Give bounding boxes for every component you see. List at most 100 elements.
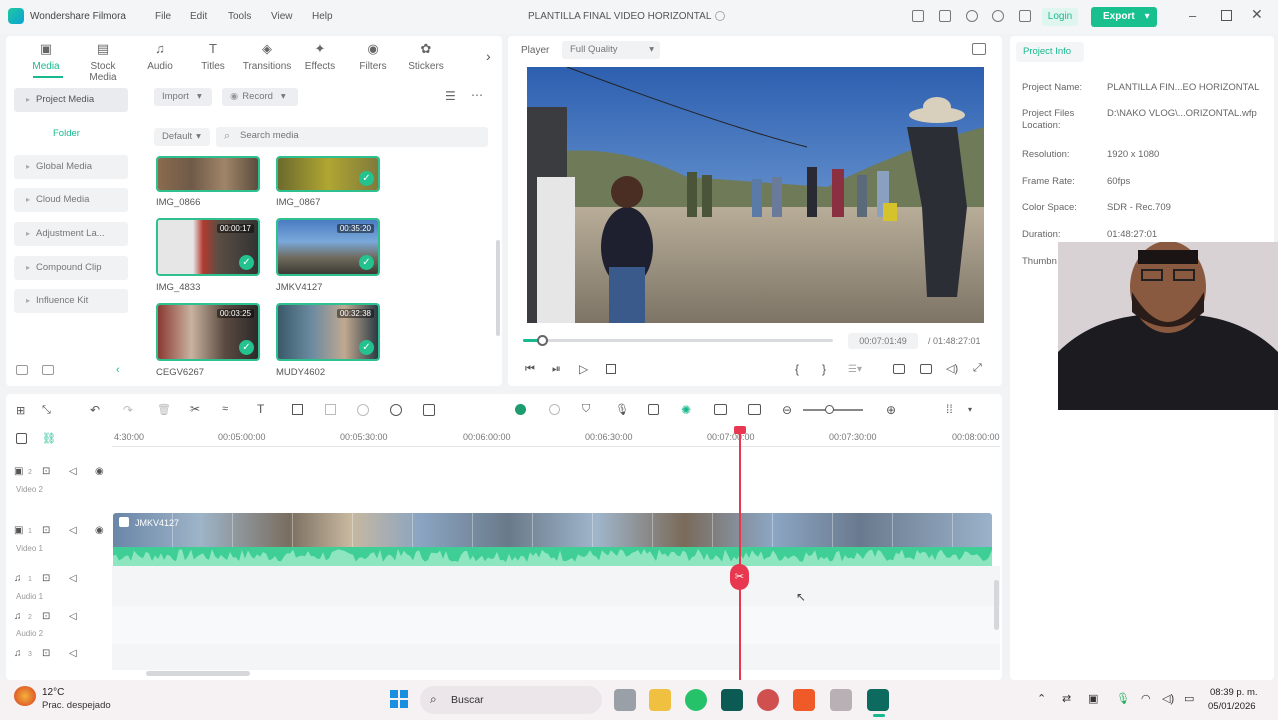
snapshot-icon[interactable]	[972, 43, 986, 55]
search-input[interactable]	[240, 130, 470, 141]
maximize-icon[interactable]	[1221, 10, 1232, 21]
sidebar-item-compound-clip[interactable]: Compound Clip	[14, 256, 128, 280]
add-track-icon[interactable]	[16, 433, 27, 444]
camera-icon[interactable]	[920, 364, 932, 374]
sidebar-item-global-media[interactable]: Global Media	[14, 155, 128, 179]
sidebar-item-influence-kit[interactable]: Influence Kit	[14, 289, 128, 313]
export-button[interactable]: Export ▾	[1091, 7, 1157, 27]
prev-frame-icon[interactable]: ⏮	[525, 363, 535, 376]
mute-icon[interactable]: ◁	[69, 611, 77, 622]
lock-icon[interactable]: ⊡	[42, 648, 50, 659]
tab-stickers[interactable]: ✿ Stickers	[402, 40, 450, 73]
fullscreen-icon[interactable]: ⤢	[973, 362, 982, 375]
more-icon[interactable]: ⋯	[471, 88, 483, 102]
undo-icon[interactable]: ↶	[90, 403, 100, 417]
tab-transitions[interactable]: ◈ Transitions	[242, 40, 292, 73]
clip-icon[interactable]	[648, 404, 659, 415]
speed-icon[interactable]	[390, 404, 402, 416]
monitor-icon[interactable]	[912, 10, 924, 22]
shield-icon[interactable]: ⛉	[582, 403, 590, 416]
pip-icon[interactable]	[714, 404, 727, 415]
record-button[interactable]: ◉ Record ▾	[222, 88, 298, 106]
save-icon[interactable]	[939, 10, 951, 22]
minimize-icon[interactable]: –	[1189, 8, 1196, 23]
import-button[interactable]: Import ▾	[154, 88, 212, 106]
timeline-vscrollbar[interactable]	[994, 580, 999, 630]
audio-icon[interactable]: ≈	[222, 403, 228, 415]
ai-icon[interactable]: ✺	[681, 403, 691, 417]
menu-tools[interactable]: Tools	[228, 11, 251, 22]
audio-lane-1[interactable]	[112, 566, 1000, 606]
media-thumb-mudy4602[interactable]: 00:32:38 ✓	[276, 303, 380, 361]
media-scrollbar[interactable]	[496, 240, 500, 336]
audio-waveform[interactable]	[113, 547, 992, 566]
sidebar-item-adjustment[interactable]: Adjustment La...	[14, 222, 128, 246]
clock-date[interactable]: 05/01/2026	[1208, 701, 1256, 712]
brave-icon[interactable]	[793, 689, 815, 711]
video-clip[interactable]: JMKV4127	[113, 513, 992, 547]
delete-icon[interactable]: 🗑	[157, 403, 171, 416]
chevron-down-icon[interactable]: ▾	[968, 405, 972, 414]
menu-file[interactable]: File	[155, 11, 171, 22]
windows-start-icon[interactable]	[390, 690, 408, 708]
current-time[interactable]: 00:07:01:49	[848, 333, 918, 349]
sidebar-folder[interactable]: Folder	[53, 128, 80, 139]
search-box[interactable]: ⌕	[216, 127, 488, 147]
transform-icon[interactable]	[325, 404, 336, 415]
link-icon[interactable]: ⛓	[42, 432, 56, 445]
tab-effects[interactable]: ✦ Effects	[296, 40, 344, 73]
taskbar-search[interactable]: ⌕ Buscar	[420, 686, 602, 714]
cloud-icon[interactable]	[966, 10, 978, 22]
filmora-active-icon[interactable]	[867, 689, 889, 711]
split-scissors-icon[interactable]: ✂	[730, 564, 749, 590]
support-icon[interactable]	[992, 10, 1004, 22]
display-icon[interactable]	[893, 364, 905, 374]
sidebar-item-project-media[interactable]: Project Media	[14, 88, 128, 112]
playhead-handle[interactable]	[734, 426, 746, 434]
playhead[interactable]	[739, 428, 741, 680]
mute-icon[interactable]: ◁	[69, 525, 77, 536]
app-icon[interactable]	[830, 689, 852, 711]
menu-edit[interactable]: Edit	[190, 11, 207, 22]
new-folder-icon[interactable]	[16, 365, 28, 375]
quality-dropdown[interactable]: Full Quality ▾	[562, 41, 660, 59]
audio-lane-2[interactable]	[112, 606, 1000, 644]
tab-titles[interactable]: T Titles	[189, 40, 237, 73]
lock-icon[interactable]: ⊡	[42, 573, 50, 584]
tab-filters[interactable]: ◉ Filters	[349, 40, 397, 73]
menu-help[interactable]: Help	[312, 11, 333, 22]
play-reverse-icon[interactable]: ⏯	[552, 363, 561, 376]
freeze-icon[interactable]	[423, 404, 435, 416]
redo-icon[interactable]: ↷	[123, 403, 133, 417]
chrome-icon[interactable]	[757, 689, 779, 711]
task-view-icon[interactable]	[614, 689, 636, 711]
tab-project-info[interactable]: Project Info	[1016, 42, 1084, 62]
zoom-handle[interactable]	[825, 405, 834, 414]
volume-icon[interactable]: ◁)	[946, 362, 958, 375]
mute-icon[interactable]: ◁	[69, 466, 77, 477]
lock-icon[interactable]: ⊡	[42, 611, 50, 622]
crop-icon[interactable]	[292, 404, 303, 415]
stop-icon[interactable]	[606, 364, 616, 374]
mark-out-icon[interactable]: }	[822, 362, 826, 376]
weather-icon[interactable]	[14, 686, 36, 706]
video-preview[interactable]	[527, 67, 984, 323]
mark-in-icon[interactable]: {	[795, 362, 799, 376]
folder-icon[interactable]	[42, 365, 54, 375]
layout-icon[interactable]: ⊞	[16, 404, 25, 417]
chevron-up-icon[interactable]: ⌃	[1037, 692, 1046, 705]
clock-time[interactable]: 08:39 p. m.	[1210, 687, 1258, 698]
eye-icon[interactable]: ◉	[95, 466, 104, 477]
scissors-icon[interactable]: ✂	[190, 402, 200, 416]
lock-icon[interactable]: ⊡	[42, 525, 50, 536]
select-icon[interactable]: ⤡	[42, 404, 51, 417]
progress-track[interactable]	[523, 339, 833, 342]
mic-icon[interactable]: 🎙	[1116, 692, 1130, 705]
tab-audio[interactable]: ♫ Audio	[136, 40, 184, 73]
color-icon[interactable]	[357, 404, 369, 416]
audio-lane-3[interactable]	[112, 644, 1000, 670]
sidebar-item-cloud-media[interactable]: Cloud Media	[14, 188, 128, 212]
play-icon[interactable]: ▷	[579, 362, 588, 376]
login-button[interactable]: Login	[1042, 8, 1078, 26]
marker-add-icon[interactable]	[549, 404, 560, 415]
